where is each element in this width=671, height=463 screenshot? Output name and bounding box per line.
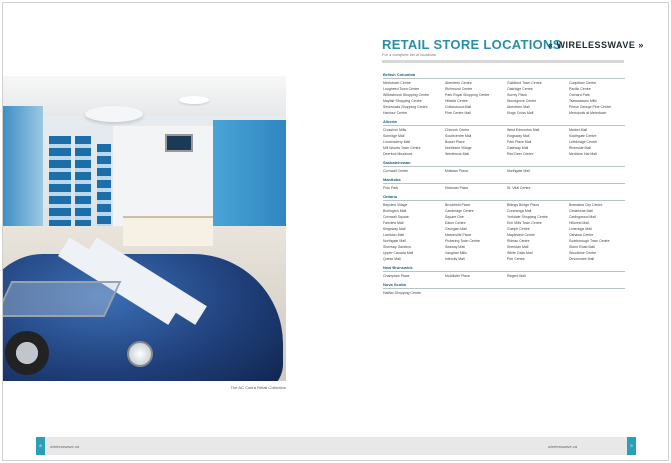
store-location-item: St. Vital Centre	[507, 186, 531, 190]
region-heading: Alberta	[383, 119, 625, 126]
wirelesswave-logo: « WIRELESSWAVE »	[548, 40, 644, 50]
car-windshield	[3, 281, 122, 317]
store-location-item: Champlain Place	[383, 274, 410, 278]
store-location-item: Harbour Centre	[383, 111, 408, 115]
page-number-tab-left: 8	[36, 437, 45, 455]
photo-ceiling-lamp	[85, 106, 143, 122]
store-location-item: Pine Centre Mall	[445, 111, 471, 115]
store-location-item: Metropolis at Metrotown	[569, 111, 607, 115]
store-location-item: McAllister Place	[445, 274, 470, 278]
page-number-tab-right: 9	[627, 437, 636, 455]
store-location-item: Westbrook Mall	[445, 152, 470, 156]
store-location-item: Northgate Mall	[507, 169, 530, 173]
store-location-item: Kings Cross Mall	[507, 111, 534, 115]
store-grid: Polo Park Kildonan Place St. Vital Centre	[383, 185, 625, 191]
footer-bar	[36, 437, 636, 455]
page-subtitle: For a complete list of locations	[382, 52, 437, 57]
page-title: RETAIL STORE LOCATIONS	[382, 37, 562, 52]
region-heading: Saskatchewan	[383, 160, 625, 167]
page-number-left: 8	[39, 443, 42, 448]
region-section: Manitoba Polo Park Kildonan Place St. Vital…	[383, 177, 625, 191]
region-section: Saskatchewan Cornwall Centre Midtown Plaza…	[383, 160, 625, 174]
footer-left-text: wirelesswave.ca	[50, 444, 80, 449]
store-location-item: Polo Park	[383, 186, 399, 190]
store-photo	[3, 76, 286, 381]
region-section: New Brunswick Champlain Place McAllister P…	[383, 265, 625, 279]
store-location-item: Red Deer Centre	[507, 152, 534, 156]
store-location-item: Halifax Shopping Centre	[383, 291, 421, 295]
store-location-item: Quinte Mall	[383, 257, 401, 261]
store-location-list: British Columbia Metrotown Centre Aberdeen…	[383, 72, 625, 299]
store-location-item: Devonshire Mall	[569, 257, 595, 261]
region-section: Nova Scotia Halifax Shopping Centre	[383, 282, 625, 296]
store-location-item: Regent Mall	[507, 274, 526, 278]
region-heading: Ontario	[383, 194, 625, 201]
region-heading: Nova Scotia	[383, 282, 625, 289]
photo-blue-sports-car	[3, 236, 286, 381]
photo-ceiling	[3, 76, 286, 116]
store-location-item: Deerfoot Meadows	[383, 152, 413, 156]
store-grid: Champlain Place McAllister Place Regent Ma…	[383, 273, 625, 279]
store-location-item: Medicine Hat Mall	[569, 152, 597, 156]
footer-right-text: wirelesswave.ca	[548, 444, 578, 449]
store-grid: Bayview Village Brookfield Place Billings …	[383, 202, 625, 262]
store-grid: Cornwall Centre Midtown Plaza Northgate Ma…	[383, 168, 625, 174]
store-grid: CrossIron Mills Chinook Centre West Edmont…	[383, 127, 625, 157]
photo-tv-screen	[165, 134, 193, 152]
store-grid: Halifax Shopping Centre	[383, 290, 625, 296]
header-divider	[382, 60, 624, 63]
store-location-item: Intercity Mall	[445, 257, 465, 261]
store-grid: Metrotown Centre Aberdeen Centre Guildford…	[383, 80, 625, 116]
region-heading: British Columbia	[383, 72, 625, 79]
region-section: Alberta CrossIron Mills Chinook Centre West…	[383, 119, 625, 157]
photo-ceiling-lamp-small	[179, 96, 209, 104]
region-heading: Manitoba	[383, 177, 625, 184]
store-location-item: Kildonan Place	[445, 186, 469, 190]
region-section: Ontario Bayview Village Brookfield Place Bi…	[383, 194, 625, 262]
store-location-item: Pen Centre	[507, 257, 525, 261]
store-location-item: Midtown Plaza	[445, 169, 468, 173]
region-section: British Columbia Metrotown Centre Aberdeen…	[383, 72, 625, 116]
store-location-item: Cornwall Centre	[383, 169, 409, 173]
region-heading: New Brunswick	[383, 265, 625, 272]
page-number-right: 9	[630, 443, 633, 448]
car-wheel	[5, 331, 49, 375]
car-headlight	[127, 341, 153, 367]
photo-caption: The AC Cobra Retail Collection	[230, 385, 286, 390]
